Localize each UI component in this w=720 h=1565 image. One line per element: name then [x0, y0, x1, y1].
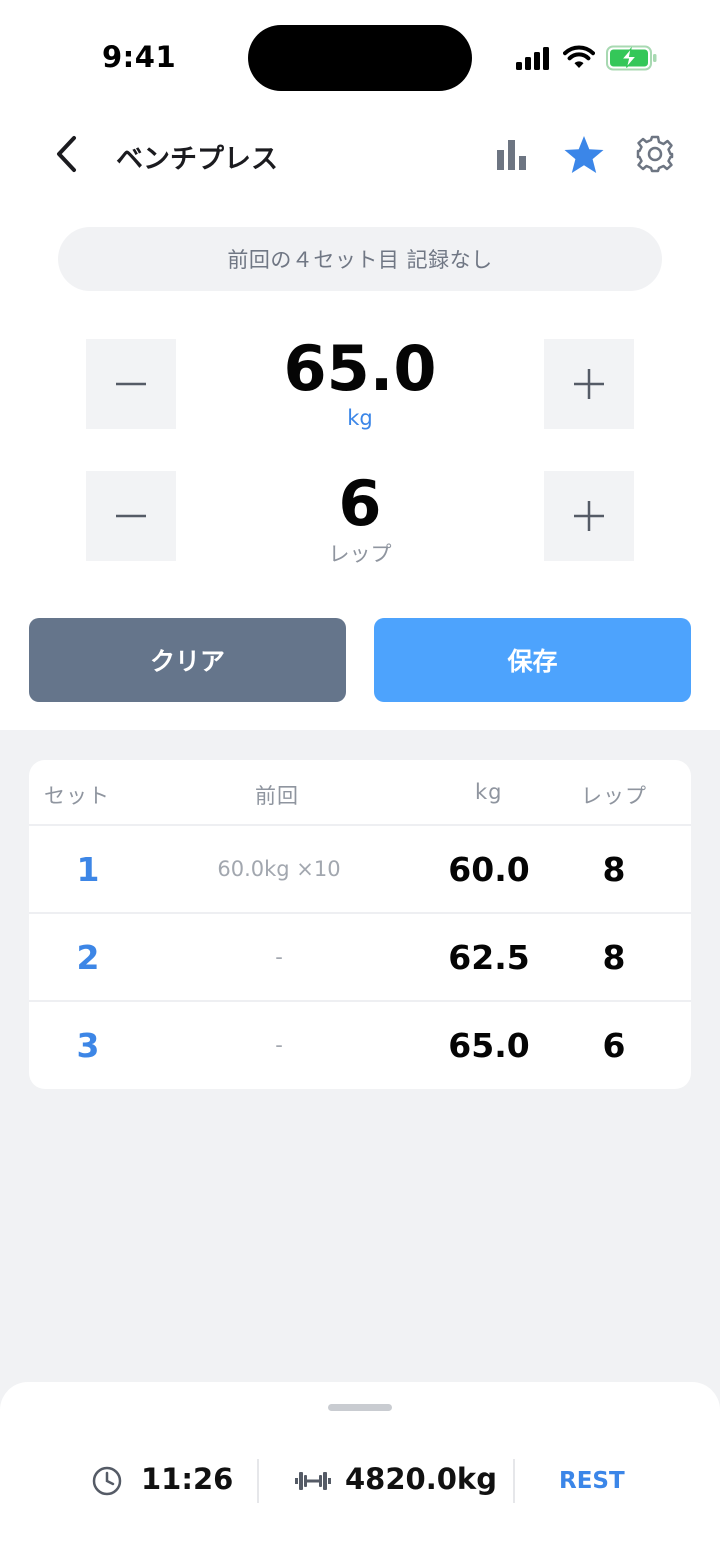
- row-previous: 60.0kg ×10: [217, 857, 341, 881]
- row-set-number: 2: [76, 937, 100, 977]
- back-chevron-icon[interactable]: [50, 134, 86, 174]
- header-set: セット: [44, 784, 110, 808]
- battery-charging-icon: [606, 45, 657, 71]
- table-row[interactable]: 2 - 62.5 8: [29, 914, 691, 1002]
- weight-decrement-button[interactable]: [86, 339, 176, 429]
- row-reps: 6: [602, 1025, 626, 1065]
- row-previous: -: [275, 1033, 283, 1057]
- plus-icon: [574, 501, 604, 531]
- elapsed-time: 11:26: [141, 1462, 234, 1496]
- row-kg: 60.0: [448, 849, 530, 889]
- row-kg: 65.0: [448, 1025, 530, 1065]
- table-row[interactable]: 1 60.0kg ×10 60.0 8: [29, 826, 691, 914]
- row-set-number: 3: [76, 1025, 100, 1065]
- row-set-number: 1: [76, 849, 100, 889]
- header-previous: 前回: [255, 784, 299, 808]
- status-time: 9:41: [102, 40, 177, 74]
- total-volume: 4820.0kg: [345, 1462, 497, 1496]
- row-reps: 8: [602, 937, 626, 977]
- cellular-signal-icon: [516, 47, 549, 70]
- table-row[interactable]: 3 - 65.0 6: [29, 1002, 691, 1089]
- sets-table: セット 前回 kg レップ 1 60.0kg ×10 60.0 8 2 - 62…: [29, 760, 691, 1089]
- sheet-drag-handle[interactable]: [328, 1404, 392, 1411]
- divider: [513, 1459, 515, 1503]
- dynamic-island: [248, 25, 472, 91]
- dumbbell-icon: [295, 1472, 331, 1490]
- header-reps: レップ: [581, 784, 647, 808]
- header-kg: kg: [475, 780, 503, 804]
- wifi-icon: [563, 45, 595, 68]
- reps-value[interactable]: 6: [210, 467, 510, 540]
- workout-summary-sheet: 11:26 4820.0kg REST: [0, 1382, 720, 1565]
- status-bar: 9:41: [0, 0, 720, 110]
- star-icon[interactable]: [562, 134, 606, 176]
- clear-button[interactable]: クリア: [29, 618, 346, 702]
- minus-icon: [116, 382, 146, 386]
- plus-icon: [574, 369, 604, 399]
- page-title: ベンチプレス: [116, 144, 278, 175]
- gear-icon[interactable]: [635, 134, 675, 174]
- weight-value[interactable]: 65.0: [210, 332, 510, 405]
- clock-icon: [92, 1466, 122, 1496]
- bar-chart-icon[interactable]: [495, 138, 529, 172]
- previous-set-banner: 前回の４セット目 記録なし: [58, 227, 662, 291]
- row-kg: 62.5: [448, 937, 530, 977]
- weight-increment-button[interactable]: [544, 339, 634, 429]
- weight-unit: kg: [347, 406, 373, 430]
- top-panel: 9:41 ベンチプレス 前回の４セット目 記録なし 65.0 kg 6 レップ …: [0, 0, 720, 730]
- minus-icon: [116, 514, 146, 518]
- reps-unit: レップ: [328, 542, 392, 566]
- rest-timer-button[interactable]: REST: [559, 1468, 625, 1494]
- row-reps: 8: [602, 849, 626, 889]
- reps-decrement-button[interactable]: [86, 471, 176, 561]
- row-previous: -: [275, 945, 283, 969]
- divider: [257, 1459, 259, 1503]
- reps-increment-button[interactable]: [544, 471, 634, 561]
- table-header: セット 前回 kg レップ: [29, 760, 691, 826]
- save-button[interactable]: 保存: [374, 618, 691, 702]
